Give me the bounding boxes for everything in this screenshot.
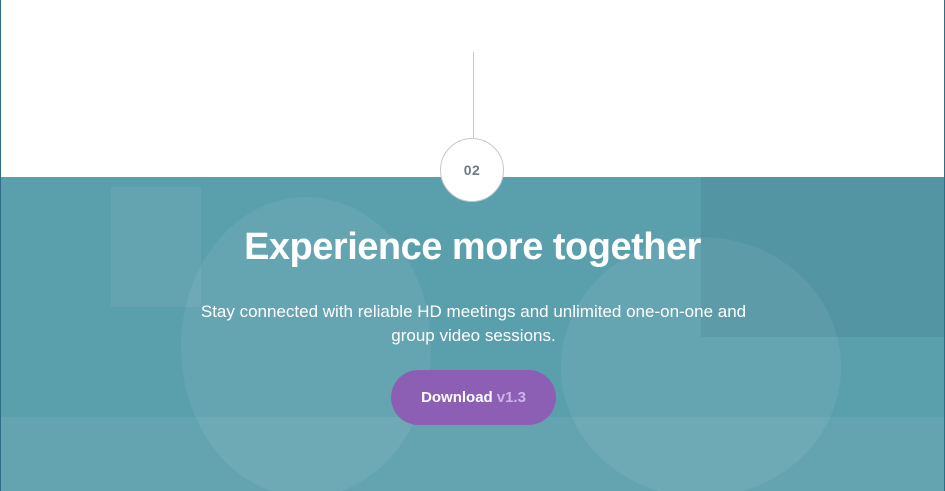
- download-button[interactable]: Download v1.3: [391, 370, 556, 425]
- download-button-label: Download: [421, 389, 493, 406]
- page: 02 Experience more together Stay connect…: [0, 0, 945, 491]
- hero-title: Experience more together: [244, 226, 701, 268]
- download-version-label: v1.3: [496, 389, 526, 406]
- background-floor-shape: [1, 417, 944, 491]
- timeline-line: [473, 52, 474, 140]
- step-number-badge: 02: [440, 138, 504, 202]
- hero-subtitle: Stay connected with reliable HD meetings…: [200, 302, 747, 345]
